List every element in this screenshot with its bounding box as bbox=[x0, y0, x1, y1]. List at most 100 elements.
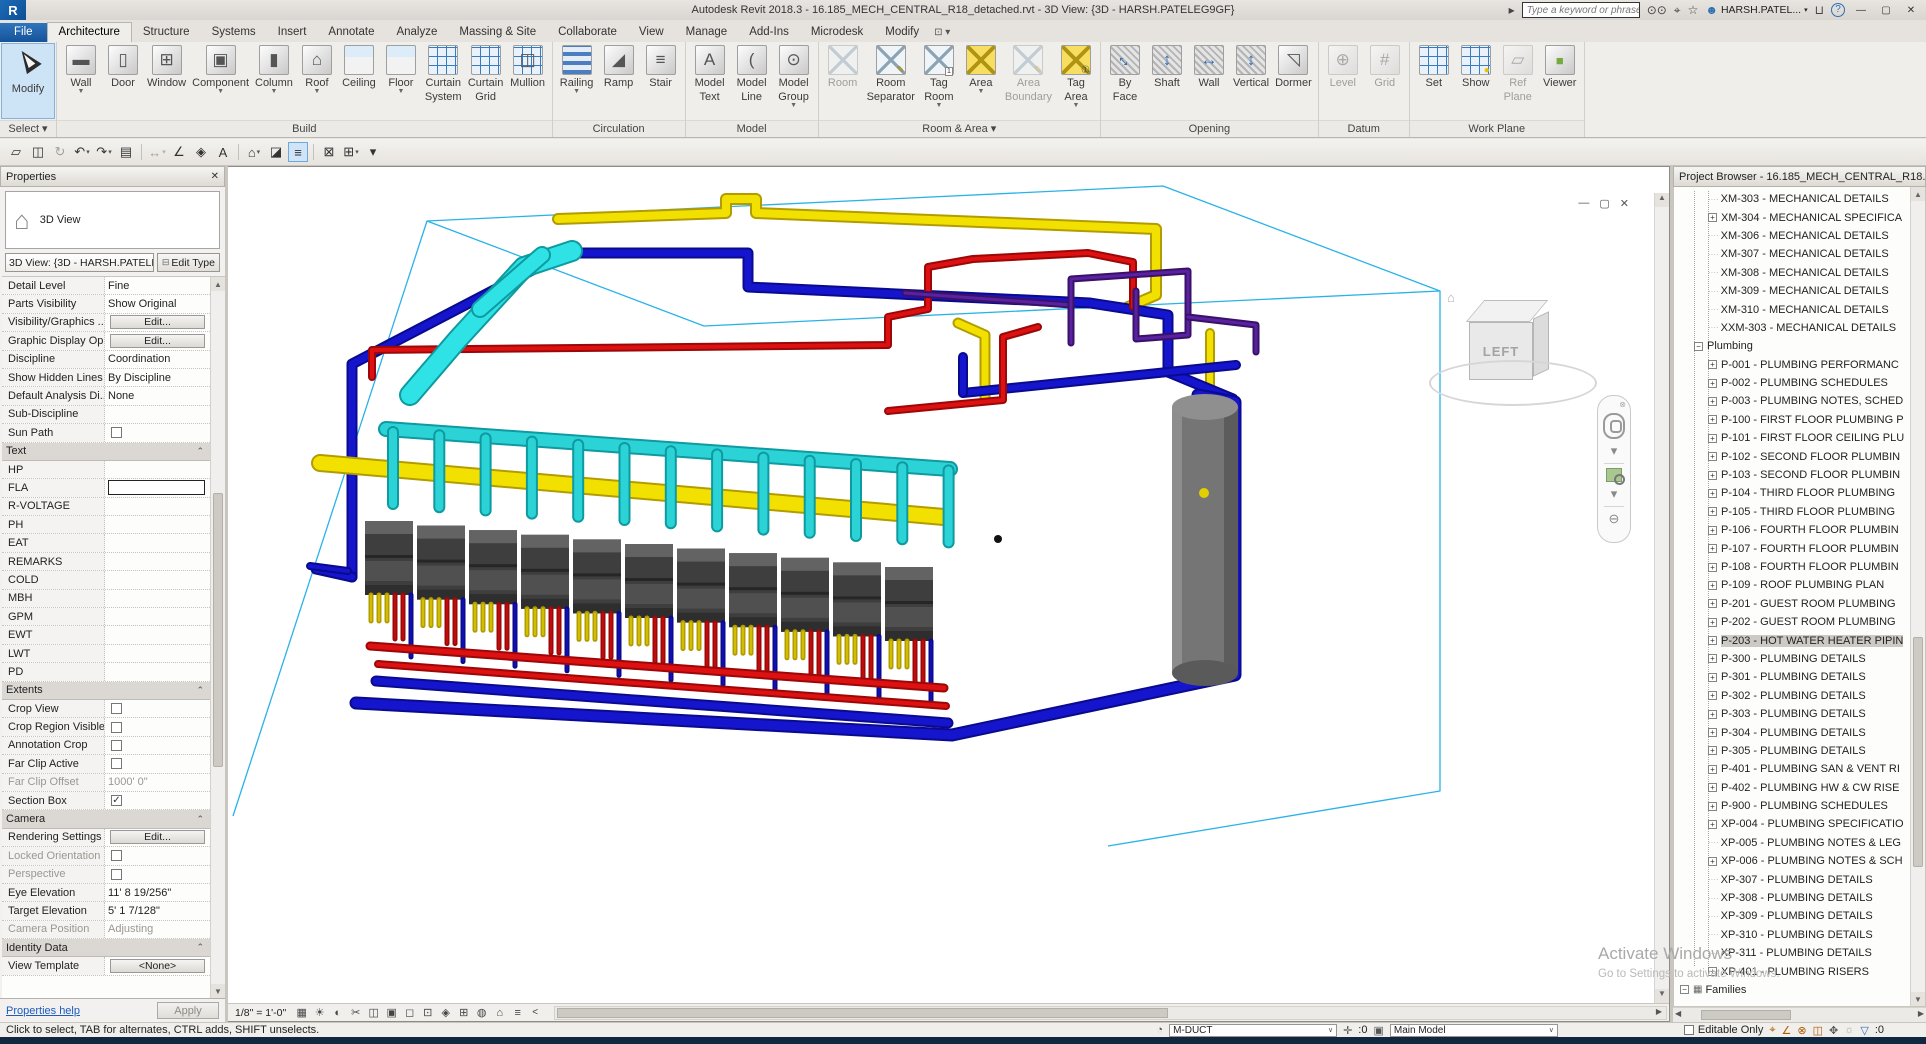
expand-icon[interactable]: + bbox=[1708, 452, 1717, 461]
property-value[interactable]: Coordination bbox=[105, 351, 210, 368]
property-value[interactable]: ✓ bbox=[105, 792, 210, 809]
tree-item-p-003-plumbing-notes-sched[interactable]: +P-003 - PLUMBING NOTES, SCHED bbox=[1674, 392, 1910, 410]
property-edit-button[interactable]: Edit... bbox=[110, 315, 205, 329]
tab-insert[interactable]: Insert bbox=[267, 23, 318, 42]
panel-label-model[interactable]: Model bbox=[686, 120, 818, 137]
ribbon-button-model-text[interactable]: AModelText bbox=[689, 44, 731, 104]
tab-architecture[interactable]: Architecture bbox=[47, 22, 132, 42]
ribbon-button-model-line[interactable]: (ModelLine bbox=[731, 44, 773, 104]
tab-view[interactable]: View bbox=[628, 23, 675, 42]
property-value[interactable]: By Discipline bbox=[105, 369, 210, 386]
ribbon-button-wall[interactable]: ▬Wall▼ bbox=[60, 44, 102, 96]
expand-icon[interactable]: + bbox=[1708, 728, 1717, 737]
zoom-options-icon[interactable]: ▾ bbox=[1611, 486, 1618, 502]
property-value[interactable] bbox=[105, 663, 210, 680]
view-scale[interactable]: 1/8" = 1'-0" bbox=[230, 1007, 291, 1019]
viewbar-visual-style-icon[interactable]: ▦ bbox=[293, 1005, 310, 1020]
collapse-icon[interactable]: ⌃ bbox=[196, 685, 204, 696]
property-value[interactable] bbox=[105, 718, 210, 735]
ribbon-button-viewer[interactable]: ■Viewer bbox=[1539, 44, 1581, 90]
properties-help-link[interactable]: Properties help bbox=[6, 1005, 80, 1017]
ribbon-button-model-group[interactable]: ⊙ModelGroup▼ bbox=[773, 44, 815, 110]
ribbon-button-floor[interactable]: Floor▼ bbox=[380, 44, 422, 96]
viewbar-crop-view-icon[interactable]: ✂ bbox=[347, 1005, 364, 1020]
tab-file[interactable]: File bbox=[0, 23, 47, 42]
drag-elements-icon[interactable]: ✥ bbox=[1829, 1024, 1838, 1037]
canvas-scroll-right-icon[interactable]: ▶ bbox=[1652, 1007, 1666, 1019]
property-value[interactable] bbox=[105, 590, 210, 607]
editable-count-icon[interactable]: ✛ bbox=[1343, 1024, 1352, 1037]
expand-icon[interactable]: + bbox=[1708, 379, 1717, 388]
tree-item-xp-401-plumbing-risers[interactable]: +XP-401 - PLUMBING RISERS bbox=[1674, 962, 1910, 980]
editable-only-toggle[interactable]: Editable Only bbox=[1684, 1024, 1763, 1036]
canvas-vertical-scrollbar[interactable]: ▲ ▼ bbox=[1654, 193, 1669, 1003]
tree-item-p-002-plumbing-schedules[interactable]: +P-002 - PLUMBING SCHEDULES bbox=[1674, 374, 1910, 392]
browser-scroll-right-icon[interactable]: ▶ bbox=[1918, 1009, 1924, 1018]
property-value[interactable]: 5' 1 7/128" bbox=[105, 902, 210, 919]
viewcube[interactable]: ⌂ LEFT bbox=[1429, 282, 1599, 422]
qat-close-hidden-windows[interactable]: ⊠ bbox=[319, 142, 339, 162]
tree-item-xm-308-mechanical-details[interactable]: ····XM-308 - MECHANICAL DETAILS bbox=[1674, 264, 1910, 282]
navbar-expand-icon[interactable]: ▾ bbox=[1611, 443, 1618, 459]
tree-item-p-108-fourth-floor-plumbin[interactable]: +P-108 - FOURTH FLOOR PLUMBIN bbox=[1674, 558, 1910, 576]
revit-logo-icon[interactable]: R bbox=[0, 0, 26, 20]
checkbox-unchecked[interactable] bbox=[111, 850, 122, 861]
panel-label-opening[interactable]: Opening bbox=[1101, 120, 1318, 137]
active-workset-dropdown[interactable]: M-DUCT∨ bbox=[1169, 1024, 1337, 1037]
ribbon-button-curtain-system[interactable]: CurtainSystem bbox=[422, 44, 465, 104]
qat-open[interactable]: ▱ bbox=[6, 142, 26, 162]
property-value[interactable] bbox=[105, 534, 210, 551]
tree-item-families[interactable]: −▦Families bbox=[1674, 981, 1910, 999]
expand-icon[interactable]: + bbox=[1708, 710, 1717, 719]
tree-item-p-202-guest-room-plumbing[interactable]: +P-202 - GUEST ROOM PLUMBING bbox=[1674, 613, 1910, 631]
checkbox-unchecked[interactable] bbox=[111, 758, 122, 769]
tree-item-xp-311-plumbing-details[interactable]: ····XP-311 - PLUMBING DETAILS bbox=[1674, 944, 1910, 962]
property-value[interactable] bbox=[105, 479, 210, 496]
tree-item-p-304-plumbing-details[interactable]: +P-304 - PLUMBING DETAILS bbox=[1674, 723, 1910, 741]
design-options-icon[interactable]: ▣ bbox=[1373, 1024, 1383, 1037]
viewbar-crop-region-visible-icon[interactable]: ◫ bbox=[365, 1005, 382, 1020]
tab-analyze[interactable]: Analyze bbox=[385, 23, 448, 42]
viewcube-home-icon[interactable]: ⌂ bbox=[1447, 290, 1455, 305]
expand-icon[interactable]: + bbox=[1708, 526, 1717, 535]
tab-add-ins[interactable]: Add-Ins bbox=[738, 23, 800, 42]
browser-scroll-left-icon[interactable]: ◀ bbox=[1675, 1009, 1681, 1018]
ribbon-button-shaft[interactable]: ↕Shaft bbox=[1146, 44, 1188, 90]
property-value[interactable]: Edit... bbox=[105, 314, 210, 331]
navigation-bar[interactable]: ⊗ ▾ ▾ ⊖ bbox=[1597, 395, 1631, 543]
property-value[interactable]: Adjusting bbox=[105, 921, 210, 938]
property-value[interactable]: Fine bbox=[105, 277, 210, 294]
expand-icon[interactable]: + bbox=[1708, 654, 1717, 663]
scroll-up-icon[interactable]: ▲ bbox=[211, 277, 225, 291]
tab-modify[interactable]: Modify bbox=[874, 23, 930, 42]
tree-item-p-109-roof-plumbing-plan[interactable]: +P-109 - ROOF PLUMBING PLAN bbox=[1674, 576, 1910, 594]
property-group-camera[interactable]: Camera⌃ bbox=[2, 810, 210, 828]
ribbon-button-railing[interactable]: Railing▼ bbox=[556, 44, 598, 96]
zoom-icon[interactable] bbox=[1606, 468, 1622, 482]
ribbon-button-ceiling[interactable]: Ceiling bbox=[338, 44, 380, 90]
active-design-option-dropdown[interactable]: Main Model∨ bbox=[1390, 1024, 1558, 1037]
property-value[interactable]: 1000' 0" bbox=[105, 774, 210, 791]
collapse-icon[interactable]: − bbox=[1680, 985, 1689, 994]
property-edit-button[interactable]: Edit... bbox=[110, 830, 205, 844]
collapse-search-icon[interactable]: ▸ bbox=[1509, 2, 1515, 18]
tree-item-p-106-fourth-floor-plumbin[interactable]: +P-106 - FOURTH FLOOR PLUMBIN bbox=[1674, 521, 1910, 539]
expand-icon[interactable]: + bbox=[1708, 544, 1717, 553]
tab-microdesk[interactable]: Microdesk bbox=[800, 23, 874, 42]
ribbon-button-column[interactable]: ▮Column▼ bbox=[252, 44, 296, 96]
apply-button[interactable]: Apply bbox=[157, 1002, 219, 1019]
panel-label-work-plane[interactable]: Work Plane bbox=[1410, 120, 1584, 137]
edit-linked-icon[interactable]: ∠ bbox=[1782, 1024, 1792, 1037]
qat-thin-lines[interactable]: ≡ bbox=[288, 142, 308, 162]
project-browser-header[interactable]: Project Browser - 16.185_MECH_CENTRAL_R1… bbox=[1673, 166, 1926, 187]
tree-item-p-101-first-floor-ceiling-plu[interactable]: +P-101 - FIRST FLOOR CEILING PLU bbox=[1674, 429, 1910, 447]
expand-icon[interactable]: + bbox=[1708, 820, 1717, 829]
tree-item-p-401-plumbing-san-vent-ri[interactable]: +P-401 - PLUMBING SAN & VENT RI bbox=[1674, 760, 1910, 778]
tab-massing-site[interactable]: Massing & Site bbox=[448, 23, 547, 42]
worksets-icon[interactable]: ◔ bbox=[1156, 1024, 1163, 1036]
ribbon-button-set[interactable]: Set bbox=[1413, 44, 1455, 90]
tree-item-p-102-second-floor-plumbin[interactable]: +P-102 - SECOND FLOOR PLUMBIN bbox=[1674, 447, 1910, 465]
text-input[interactable] bbox=[108, 480, 205, 495]
tree-item-p-402-plumbing-hw-cw-rise[interactable]: +P-402 - PLUMBING HW & CW RISE bbox=[1674, 779, 1910, 797]
expand-icon[interactable]: + bbox=[1708, 489, 1717, 498]
